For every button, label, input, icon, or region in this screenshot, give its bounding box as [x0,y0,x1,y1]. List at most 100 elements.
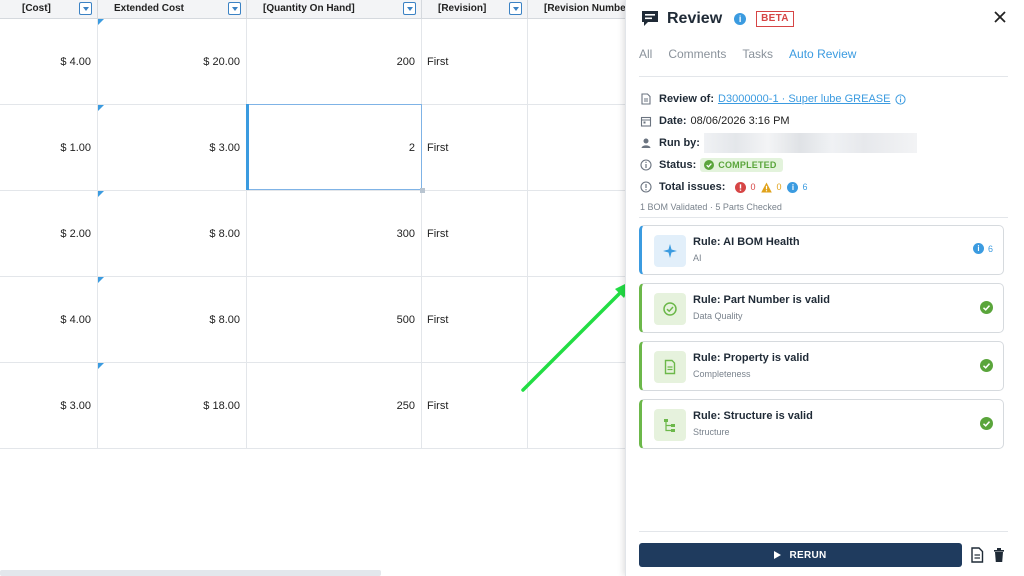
warning-icon [761,182,773,192]
column-header-extended-cost[interactable]: Extended Cost [98,0,247,19]
rule-category: Structure [693,427,730,437]
revision-number-cell[interactable] [528,19,625,105]
revision-number-cell[interactable] [528,105,625,191]
rule-card-property[interactable]: Rule: Property is valid Completeness [639,341,1004,391]
revision-number-cell[interactable] [528,191,625,277]
alert-circle-icon [640,181,652,193]
info-count: i 6 [787,181,807,193]
horizontal-scrollbar[interactable] [0,570,381,576]
date-row: Date: 08/06/2026 3:16 PM [640,110,1008,132]
revision-cell[interactable]: First [422,191,528,277]
date-label: Date: [659,115,687,127]
trash-icon[interactable] [992,547,1006,563]
revision-cell[interactable]: First [422,105,528,191]
divider [639,217,1008,218]
cost-cell[interactable]: $ 2.00 [6,191,98,277]
rule-icon [654,235,686,267]
rule-issue-count: 6 [987,243,993,254]
fill-handle[interactable] [420,188,425,193]
info-outline-icon[interactable] [895,93,907,105]
quantity-cell[interactable]: 500 [247,277,422,363]
run-by-row: Run by: [640,132,1008,154]
rerun-label: RERUN [789,549,827,561]
info-outline-icon [640,159,652,171]
info-icon[interactable]: i [734,13,747,25]
column-header-quantity[interactable]: [Quantity On Hand] [247,0,422,19]
quantity-cell[interactable]: 250 [247,363,422,449]
sparkle-icon [663,244,677,258]
rule-status: i 6 [972,243,993,254]
warning-count: 0 [761,182,781,193]
cell-marker [98,105,104,111]
review-panel: Review i BETA All Comments Tasks Auto Re… [625,0,1024,576]
quantity-cell[interactable]: 200 [247,19,422,105]
rule-status [980,301,993,314]
issues-label: Total issues: [659,181,726,193]
cell-marker [98,363,104,369]
status-badge: COMPLETED [700,158,783,172]
revision-cell[interactable]: First [422,277,528,363]
filter-icon[interactable] [403,2,416,15]
review-of-link[interactable]: D3000000-1 · Super lube GREASE [718,93,890,105]
divider [639,531,1008,532]
rule-category: Completeness [693,369,751,379]
status-label: Status: [659,159,697,171]
rule-card-ai-bom-health[interactable]: Rule: AI BOM Health AI i 6 [639,225,1004,275]
panel-title: Review [667,10,723,27]
table-row[interactable]: $ 2.00 $ 8.00 300 First [0,191,625,277]
rerun-button[interactable]: RERUN [639,543,962,567]
rule-status [980,417,993,430]
rule-card-structure[interactable]: Rule: Structure is valid Structure [639,399,1004,449]
review-meta: Review of: D3000000-1 · Super lube GREAS… [640,88,1008,212]
quantity-cell[interactable]: 300 [247,191,422,277]
panel-header: Review i BETA [640,9,794,29]
rule-name: Rule: AI BOM Health [693,236,800,248]
table-row[interactable]: $ 4.00 $ 20.00 200 First [0,19,625,105]
review-tabs: All Comments Tasks Auto Review [639,47,872,61]
tab-comments[interactable]: Comments [668,47,726,61]
rule-icon [654,293,686,325]
extended-cost-cell[interactable]: $ 3.00 [98,105,247,191]
report-icon[interactable] [970,547,984,563]
tab-all[interactable]: All [639,47,652,61]
filter-icon[interactable] [228,2,241,15]
run-by-label: Run by: [659,137,700,149]
revision-cell[interactable]: First [422,19,528,105]
extended-cost-cell[interactable]: $ 18.00 [98,363,247,449]
filter-icon[interactable] [509,2,522,15]
chat-icon [642,11,658,26]
calendar-icon [640,116,652,127]
check-circle-icon [663,302,677,316]
error-count: 0 [735,181,755,193]
date-value: 08/06/2026 3:16 PM [690,115,790,127]
extended-cost-cell[interactable]: $ 20.00 [98,19,247,105]
cost-cell[interactable]: $ 3.00 [6,363,98,449]
success-icon [980,359,993,372]
status-value: COMPLETED [718,160,777,170]
cost-cell[interactable]: $ 4.00 [6,19,98,105]
filter-icon[interactable] [79,2,92,15]
revision-cell[interactable]: First [422,363,528,449]
column-header-revision-number[interactable]: [Revision Number [528,0,625,19]
rule-category: AI [693,253,702,263]
issues-row: Total issues: 0 0 i 6 [640,176,1008,198]
column-header-label: [Cost] [22,3,51,14]
document-icon [664,359,676,375]
extended-cost-cell[interactable]: $ 8.00 [98,277,247,363]
review-of-label: Review of: [659,93,715,105]
rule-card-part-number[interactable]: Rule: Part Number is valid Data Quality [639,283,1004,333]
grid-header: [Cost] Extended Cost [Quantity On Hand] … [0,0,625,19]
extended-cost-cell[interactable]: $ 8.00 [98,191,247,277]
selected-cell-outline [246,104,425,193]
tree-icon [664,419,675,432]
tab-tasks[interactable]: Tasks [742,47,773,61]
column-header-label: Extended Cost [114,3,185,14]
tab-auto-review[interactable]: Auto Review [789,47,856,61]
column-header-cost[interactable]: [Cost] [6,0,98,19]
cell-marker [98,277,104,283]
cost-cell[interactable]: $ 1.00 [6,105,98,191]
user-icon [641,138,651,148]
close-icon[interactable] [993,10,1007,24]
cost-cell[interactable]: $ 4.00 [6,277,98,363]
column-header-revision[interactable]: [Revision] [422,0,528,19]
